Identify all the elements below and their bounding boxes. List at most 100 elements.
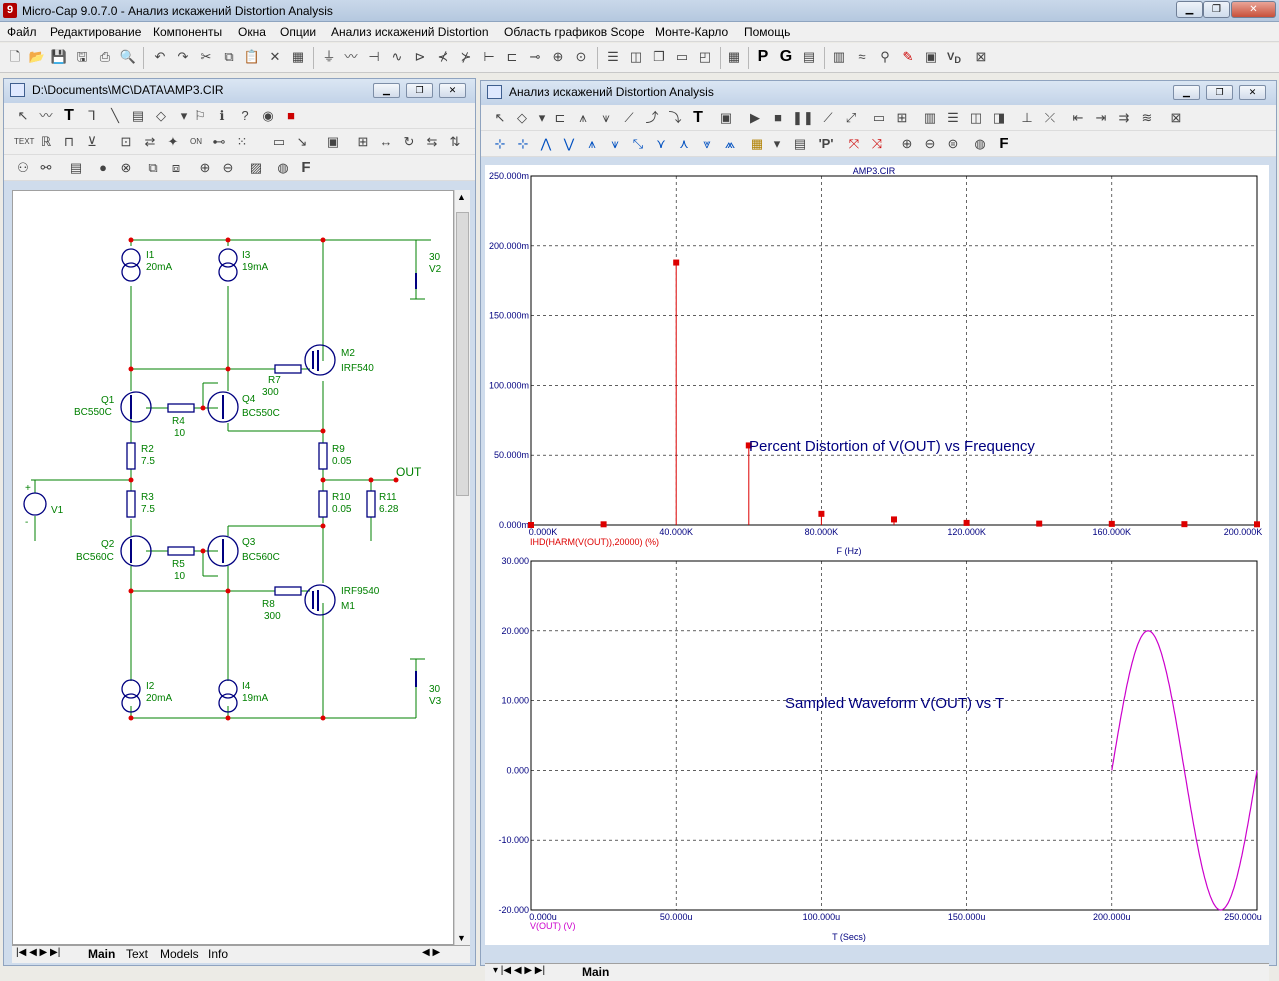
menu-components[interactable]: Компоненты (153, 25, 222, 39)
schematic-canvas[interactable]: I1 20mA I3 19mA 30 V2 M2 IRF540 R7 300 Q… (12, 190, 454, 945)
flip-icon[interactable]: ⇆ (423, 133, 441, 151)
on-off-icon[interactable]: ON (187, 133, 205, 151)
vgrid-icon[interactable]: ◫ (967, 109, 985, 127)
save-icon[interactable]: 💾 (50, 48, 68, 66)
pointer-icon[interactable]: ↘ (293, 133, 311, 151)
stop-icon[interactable]: ⊗ (117, 159, 135, 177)
scroll-down-icon[interactable]: ▼ (457, 933, 466, 943)
low-icon[interactable]: ⤵ (666, 109, 684, 127)
cursor-next-icon[interactable]: ⇉ (1115, 109, 1133, 127)
grid-icon[interactable]: ⁙ (233, 133, 251, 151)
waveform-icon[interactable]: ≈ (853, 48, 871, 66)
battery-icon[interactable]: ⊢ (480, 48, 498, 66)
menu-montecarlo[interactable]: Монте-Карло (655, 25, 728, 39)
maximize-button[interactable]: ❐ (1203, 1, 1230, 18)
delete-icon[interactable]: ✕ (266, 48, 284, 66)
p-icon[interactable]: P (754, 48, 772, 66)
node-number-icon[interactable]: ⊓ (60, 133, 78, 151)
run-icon[interactable]: ▶ (746, 109, 764, 127)
zoom-out-icon[interactable]: ⊖ (921, 135, 939, 153)
high-mode-icon[interactable]: ⩚ (583, 135, 601, 153)
switch-icon[interactable]: ⊏ (503, 48, 521, 66)
valley-icon[interactable]: ⩛ (597, 109, 615, 127)
top-icon[interactable]: ⩔ (698, 135, 716, 153)
tile-vertical-icon[interactable]: ◫ (627, 48, 645, 66)
tile-icon[interactable]: ◨ (990, 109, 1008, 127)
record-icon[interactable]: ■ (282, 107, 300, 125)
pnp-icon[interactable]: ⊁ (457, 48, 475, 66)
cursor-right-icon[interactable]: ⇥ (1092, 109, 1110, 127)
menu-file[interactable]: Файл (7, 25, 37, 39)
pin-icon[interactable]: ⊡ (117, 133, 135, 151)
tab-nav-icon[interactable]: |◀ ◀ ▶ ▶| (16, 947, 60, 958)
info-mode-icon[interactable]: ℹ (213, 107, 231, 125)
scale-icon[interactable]: ⊏ (551, 109, 569, 127)
component-mode-icon[interactable]: 〰 (37, 107, 55, 125)
undo-icon[interactable]: ↶ (151, 48, 169, 66)
scroll-up-icon[interactable]: ▲ (457, 192, 466, 202)
slope-icon[interactable]: ⟋ (620, 109, 638, 127)
diagonal-wire-icon[interactable]: ╲ (106, 107, 124, 125)
text-toggle-icon[interactable]: TEXT (14, 133, 34, 151)
graphics-icon[interactable]: ◇ (513, 109, 531, 127)
point-icon[interactable]: ◉ (259, 107, 277, 125)
p-mode-icon[interactable]: 'P' (817, 135, 835, 153)
bus-icon[interactable]: ▤ (129, 107, 147, 125)
find-icon[interactable]: ⚇ (14, 159, 32, 177)
probe-icon[interactable]: ⚲ (876, 48, 894, 66)
warning-icon[interactable]: ● (94, 159, 112, 177)
select-mode-icon[interactable]: ↖ (14, 107, 32, 125)
pen-icon[interactable]: ✎ (899, 48, 917, 66)
ground-icon[interactable]: ⏚ (320, 48, 338, 66)
tab-main[interactable]: Main (88, 947, 115, 961)
grid-window-icon[interactable]: ▤ (800, 48, 818, 66)
schematic-minimize-button[interactable]: ▁ (373, 83, 400, 98)
tokens-icon[interactable]: ≋ (1138, 109, 1156, 127)
properties-icon[interactable]: ▣ (717, 109, 735, 127)
analysis-maximize-button[interactable]: ❐ (1206, 85, 1233, 100)
inflection-icon[interactable]: ⤡ (629, 135, 647, 153)
attribute-toggle-icon[interactable]: ℝ (37, 133, 55, 151)
grid-icon[interactable]: ⊞ (893, 109, 911, 127)
line-icon[interactable]: ⟋ (819, 109, 837, 127)
global-high-icon[interactable]: ⋎ (652, 135, 670, 153)
line-icon[interactable]: ⊷ (210, 133, 228, 151)
opamp-icon[interactable]: ⊸ (526, 48, 544, 66)
schematic-vscrollbar[interactable]: ▲ ▼ (454, 190, 470, 945)
source-icon[interactable]: ⊕ (549, 48, 567, 66)
dropdown-icon[interactable]: ▾ (533, 109, 551, 127)
graphics-icon[interactable]: ◇ (152, 107, 170, 125)
zoom-fit-icon[interactable]: ⊜ (944, 135, 962, 153)
tab-text[interactable]: Text (126, 947, 148, 961)
high-icon[interactable]: ⤴ (643, 109, 661, 127)
data-point-icon[interactable]: ▦ (748, 135, 766, 153)
new-file-icon[interactable]: 🗋 (6, 48, 24, 66)
font-icon[interactable]: F (297, 159, 315, 177)
analysis-minimize-button[interactable]: ▁ (1173, 85, 1200, 100)
binoculars-icon[interactable]: ⚯ (37, 159, 55, 177)
cursor-a-icon[interactable]: ⊹ (491, 135, 509, 153)
rotate-icon[interactable]: ↻ (400, 133, 418, 151)
cursor-b-icon[interactable]: ⊹ (514, 135, 532, 153)
hscroll-icon[interactable]: ◀ ▶ (422, 947, 440, 958)
hgrid-icon[interactable]: ☰ (944, 109, 962, 127)
help-mode-icon[interactable]: ? (236, 107, 254, 125)
tile-horizontal-icon[interactable]: ☰ (604, 48, 622, 66)
mirror-icon[interactable]: ⇅ (446, 133, 464, 151)
save-all-icon[interactable]: 🖫 (73, 48, 91, 66)
plot-area[interactable]: AMP3.CIR 250.000m 200.000m 150.000m 100.000… (485, 165, 1269, 945)
schematic-close-button[interactable]: ✕ (439, 83, 466, 98)
cascade-icon[interactable]: ❐ (650, 48, 668, 66)
globe-icon[interactable]: ◍ (971, 135, 989, 153)
border-icon[interactable]: ▭ (270, 133, 288, 151)
pause-icon[interactable]: ❚❚ (792, 109, 814, 127)
yx-icon[interactable]: ⤨ (868, 135, 886, 153)
menu-edit[interactable]: Редактирование (50, 25, 141, 39)
window-icon[interactable]: ▭ (673, 48, 691, 66)
minor-grid-icon[interactable]: ▥ (921, 109, 939, 127)
layer-icon[interactable]: ⧈ (167, 159, 185, 177)
bottom-icon[interactable]: ⩕ (721, 135, 739, 153)
font-icon[interactable]: F (995, 135, 1013, 153)
table-icon[interactable]: ▤ (791, 135, 809, 153)
valley-mode-icon[interactable]: ⋁ (560, 135, 578, 153)
